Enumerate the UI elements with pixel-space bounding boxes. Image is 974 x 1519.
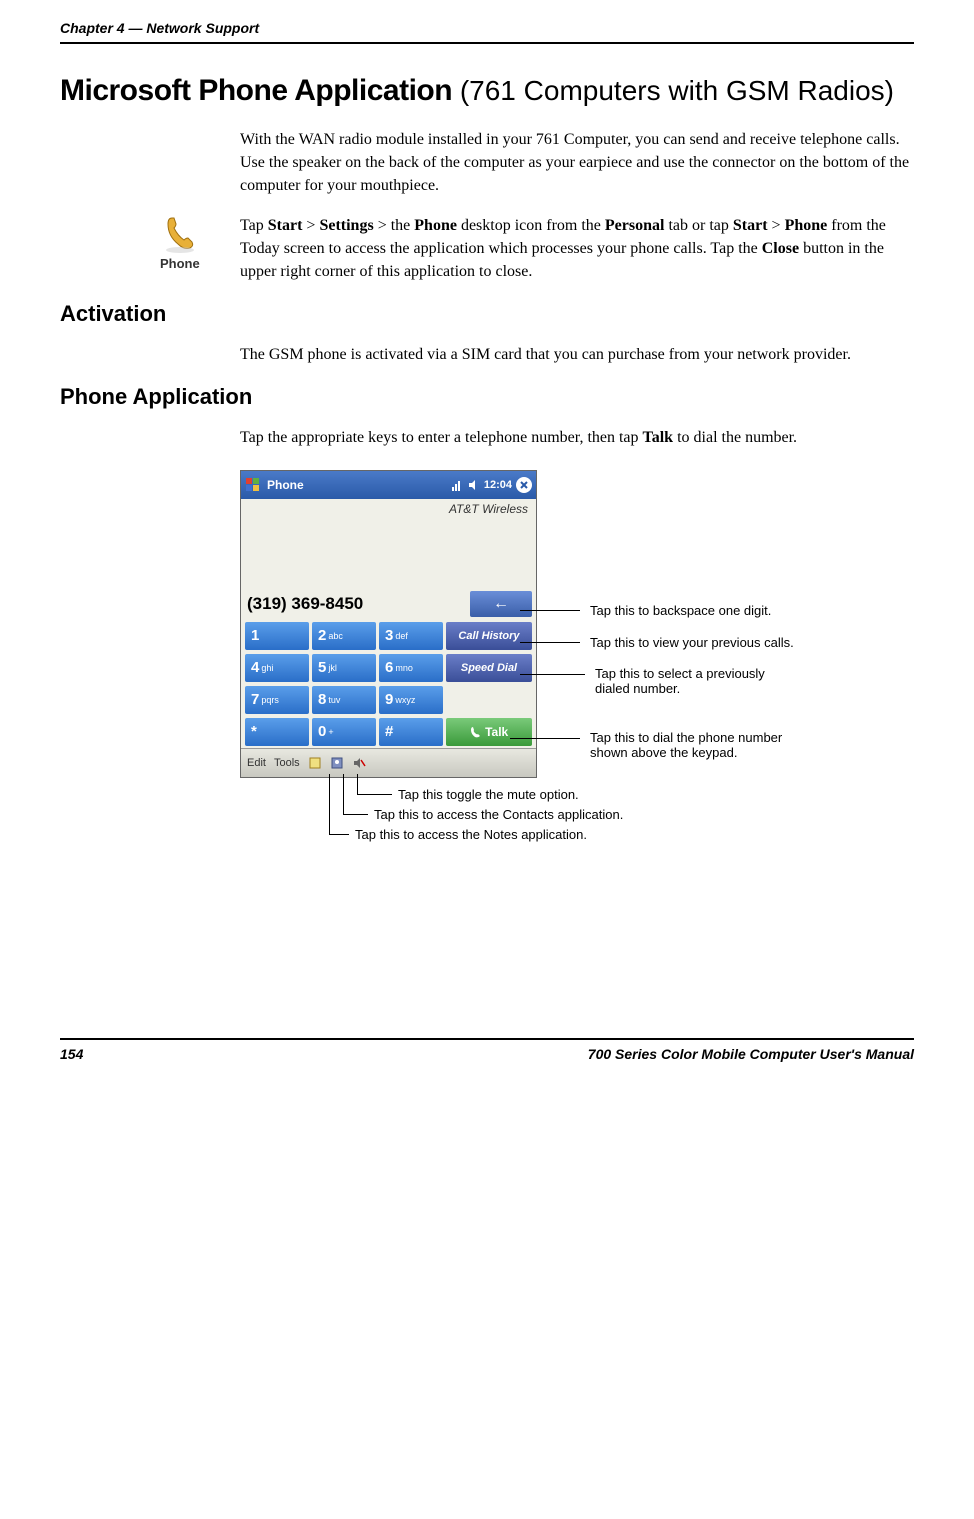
key-1[interactable]: 1 [245,622,309,650]
footer-manual-title: 700 Series Color Mobile Computer User's … [588,1046,914,1062]
keypad-row-3: 7pqrs 8tuv 9wxyz [241,684,536,716]
key-2[interactable]: 2abc [312,622,376,650]
callout-notes: Tap this to access the Notes application… [355,827,587,842]
key-6[interactable]: 6mno [379,654,443,682]
phone-app-heading: Phone Application [60,384,914,410]
key-5[interactable]: 5jkl [312,654,376,682]
callout-line [510,738,580,739]
header-left: Chapter 4 — Network Support [60,20,259,36]
key-8[interactable]: 8tuv [312,686,376,714]
keypad-row-1: 1 2abc 3def Call History [241,620,536,652]
key-hash[interactable]: # [379,718,443,746]
heading-bold: Microsoft Phone Application [60,74,452,107]
callout-line [343,814,368,815]
edit-menu[interactable]: Edit [247,757,266,769]
notes-icon[interactable] [308,756,322,770]
start-icon[interactable] [245,477,261,493]
icon-paragraph-row: Phone Tap Start > Settings > the Phone d… [60,214,914,284]
phone-icon-label: Phone [160,256,240,271]
close-button[interactable] [516,477,532,493]
clock-text: 12:04 [484,479,512,491]
display-area [241,518,536,588]
callout-line [520,674,585,675]
page-header: Chapter 4 — Network Support [60,20,914,36]
key-0[interactable]: 0+ [312,718,376,746]
keypad-row-4: * 0+ # Talk [241,716,536,748]
intro-paragraph: With the WAN radio module installed in y… [240,128,914,198]
tools-menu[interactable]: Tools [274,757,300,769]
callout-backspace: Tap this to backspace one digit. [590,603,771,618]
main-heading: Microsoft Phone Application (761 Compute… [60,74,914,108]
carrier-label: AT&T Wireless [241,499,536,518]
key-3[interactable]: 3def [379,622,443,650]
keypad-row-2: 4ghi 5jkl 6mno Speed Dial [241,652,536,684]
dialed-number: (319) 369-8450 [245,590,470,618]
activation-body: The GSM phone is activated via a SIM car… [240,343,914,366]
key-7[interactable]: 7pqrs [245,686,309,714]
callout-line [520,642,580,643]
talk-phone-icon [470,726,482,738]
callout-contacts: Tap this to access the Contacts applicat… [374,807,623,822]
callout-line [520,610,580,611]
callout-call-history: Tap this to view your previous calls. [590,635,794,650]
callout-line [357,774,358,794]
talk-button[interactable]: Talk [446,718,532,746]
speed-dial-button[interactable]: Speed Dial [446,654,532,682]
header-rule [60,42,914,44]
callout-line [343,774,344,814]
screenshot-area: Phone 12:04 AT&T Wireless (319) 369-8450… [240,470,914,778]
activation-heading: Activation [60,301,914,327]
page-footer: 154 700 Series Color Mobile Computer Use… [60,1038,914,1062]
contacts-icon[interactable] [330,756,344,770]
mute-icon[interactable] [352,756,366,770]
key-4[interactable]: 4ghi [245,654,309,682]
status-icons: 12:04 [452,479,512,491]
callout-line [329,834,349,835]
callout-speed-dial: Tap this to select a previously dialed n… [595,666,765,696]
callout-mute: Tap this toggle the mute option. [398,787,579,802]
call-history-button[interactable]: Call History [446,622,532,650]
close-icon [519,480,529,490]
bottom-bar: Edit Tools [241,748,536,777]
callout-line [329,774,330,834]
phone-app-body: Tap the appropriate keys to enter a tele… [240,426,914,449]
phone-handset-icon [160,214,200,254]
window-title: Phone [267,478,452,492]
heading-light: (761 Computers with GSM Radios) [452,75,894,106]
signal-icon [452,479,464,491]
phone-icon-col: Phone [60,214,240,271]
titlebar: Phone 12:04 [241,471,536,499]
footer-page-number: 154 [60,1046,83,1062]
number-row: (319) 369-8450 ← [241,588,536,620]
key-star[interactable]: * [245,718,309,746]
backspace-button[interactable]: ← [470,591,532,617]
key-9[interactable]: 9wxyz [379,686,443,714]
icon-paragraph-text: Tap Start > Settings > the Phone desktop… [240,214,914,284]
phone-window: Phone 12:04 AT&T Wireless (319) 369-8450… [240,470,537,778]
callout-line [357,794,392,795]
speaker-icon [468,479,480,491]
callout-talk: Tap this to dial the phone number shown … [590,730,782,760]
